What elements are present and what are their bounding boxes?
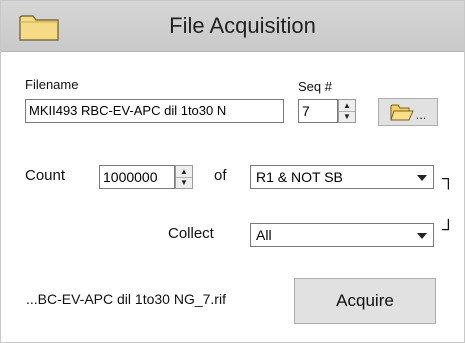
collect-dropdown[interactable]: All [250, 223, 434, 247]
dropdown-arrow-icon [417, 233, 427, 239]
count-spinner[interactable]: ▲ ▼ [175, 165, 193, 189]
count-label: Count [25, 167, 66, 184]
title-bar: File Acquisition [1, 1, 464, 52]
output-filename: ...BC-EV-APC dil 1to30 NG_7.rif [26, 291, 226, 307]
bracket-top: ┐ [442, 168, 455, 188]
count-field[interactable]: 1000000 [99, 165, 175, 189]
bracket-bottom: ┘ [442, 219, 455, 239]
of-label: of [214, 167, 227, 184]
panel-title: File Acquisition [169, 13, 316, 38]
spin-down-icon[interactable]: ▼ [176, 177, 192, 188]
filename-label: Filename [25, 77, 79, 92]
browse-button[interactable]: ... [378, 98, 438, 126]
spin-down-icon[interactable]: ▼ [339, 111, 355, 122]
seq-spinner[interactable]: ▲ ▼ [338, 99, 356, 123]
file-acquisition-panel: File Acquisition Filename MKII493 RBC-EV… [0, 0, 465, 343]
browse-dots: ... [415, 106, 427, 122]
seq-label: Seq # [298, 79, 332, 94]
collect-label: Collect [168, 225, 214, 242]
seq-field[interactable]: 7 [298, 99, 338, 123]
gate-dropdown[interactable]: R1 & NOT SB [250, 165, 434, 189]
filename-field[interactable]: MKII493 RBC-EV-APC dil 1to30 N [25, 99, 284, 123]
dropdown-arrow-icon [417, 175, 427, 181]
acquire-button[interactable]: Acquire [294, 278, 436, 324]
gate-value: R1 & NOT SB [256, 169, 343, 185]
open-folder-icon [389, 104, 414, 121]
collect-value: All [256, 227, 272, 243]
